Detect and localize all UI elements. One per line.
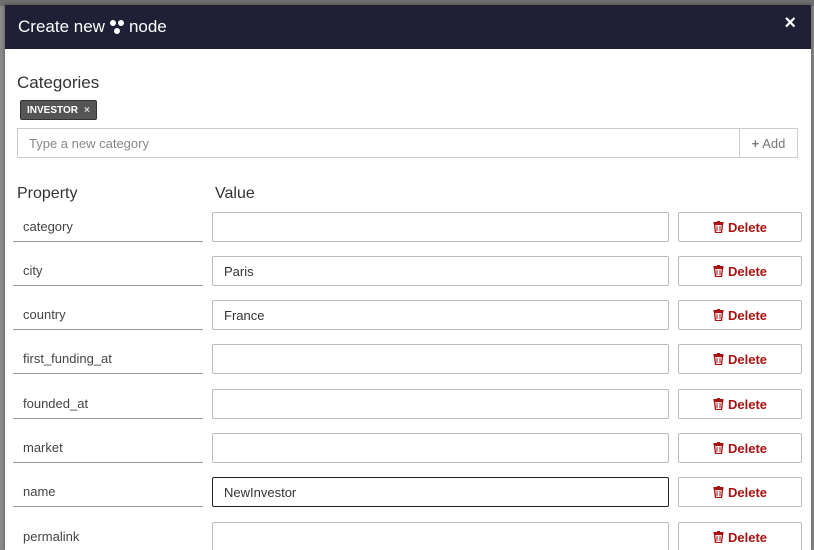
property-name: founded_at — [13, 389, 203, 419]
property-row: category Delete — [5, 212, 811, 256]
property-column-header: Property — [17, 185, 78, 202]
delete-property-button[interactable]: Delete — [678, 300, 802, 330]
delete-label: Delete — [727, 484, 768, 500]
property-value-input[interactable] — [212, 256, 669, 286]
property-row: country Delete — [5, 300, 811, 344]
delete-label: Delete — [727, 263, 768, 279]
trash-icon — [713, 309, 724, 321]
property-value-input[interactable] — [212, 344, 669, 374]
delete-property-button[interactable]: Delete — [678, 522, 802, 550]
delete-property-button[interactable]: Delete — [678, 433, 802, 463]
delete-property-button[interactable]: Delete — [678, 477, 802, 507]
new-category-input[interactable] — [18, 129, 739, 157]
property-name: name — [13, 477, 203, 507]
remove-category-icon[interactable]: × — [84, 105, 90, 116]
property-value-input[interactable] — [212, 433, 669, 463]
property-name: country — [13, 300, 203, 330]
trash-icon — [713, 353, 724, 365]
property-name: city — [13, 256, 203, 286]
delete-label: Delete — [727, 351, 768, 367]
property-row: founded_at Delete — [5, 389, 811, 433]
delete-label: Delete — [727, 440, 768, 456]
new-category-group: + Add — [17, 128, 798, 158]
add-category-label: Add — [762, 135, 786, 151]
property-name: category — [13, 212, 203, 242]
property-value-input[interactable] — [212, 212, 669, 242]
delete-property-button[interactable]: Delete — [678, 256, 802, 286]
trash-icon — [713, 221, 724, 233]
property-name: first_funding_at — [13, 344, 203, 374]
value-column-header: Value — [215, 185, 255, 202]
delete-property-button[interactable]: Delete — [678, 344, 802, 374]
property-value-input[interactable] — [212, 522, 669, 550]
category-chip-label: INVESTOR — [27, 104, 78, 116]
property-name: permalink — [13, 522, 203, 550]
property-name: market — [13, 433, 203, 463]
delete-label: Delete — [727, 529, 768, 545]
trash-icon — [713, 398, 724, 410]
delete-label: Delete — [727, 307, 768, 323]
property-value-input[interactable] — [212, 477, 669, 507]
node-icon — [109, 20, 124, 34]
property-value-input[interactable] — [212, 300, 669, 330]
trash-icon — [713, 486, 724, 498]
delete-property-button[interactable]: Delete — [678, 389, 802, 419]
dialog-title-suffix: node — [128, 17, 167, 36]
property-row: market Delete — [5, 433, 811, 477]
add-category-button[interactable]: + Add — [739, 129, 797, 157]
property-row: city Delete — [5, 256, 811, 300]
trash-icon — [713, 442, 724, 454]
delete-label: Delete — [727, 219, 768, 235]
dialog-title-prefix: Create new — [18, 17, 105, 36]
property-row: first_funding_at Delete — [5, 344, 811, 388]
property-row: permalink Delete — [5, 522, 811, 550]
property-row: name Delete — [5, 477, 811, 521]
category-chip-investor: INVESTOR × — [20, 100, 97, 120]
plus-icon: + — [751, 135, 760, 151]
delete-property-button[interactable]: Delete — [678, 212, 802, 242]
delete-label: Delete — [727, 396, 768, 412]
dialog-header: Create new node × — [5, 5, 811, 49]
close-icon[interactable]: × — [784, 13, 796, 33]
property-value-input[interactable] — [212, 389, 669, 419]
trash-icon — [713, 531, 724, 543]
categories-label: Categories — [17, 73, 100, 92]
create-node-dialog: Create new node × Categories INVESTOR × … — [5, 5, 811, 550]
trash-icon — [713, 265, 724, 277]
dialog-title: Create new node — [18, 17, 167, 37]
